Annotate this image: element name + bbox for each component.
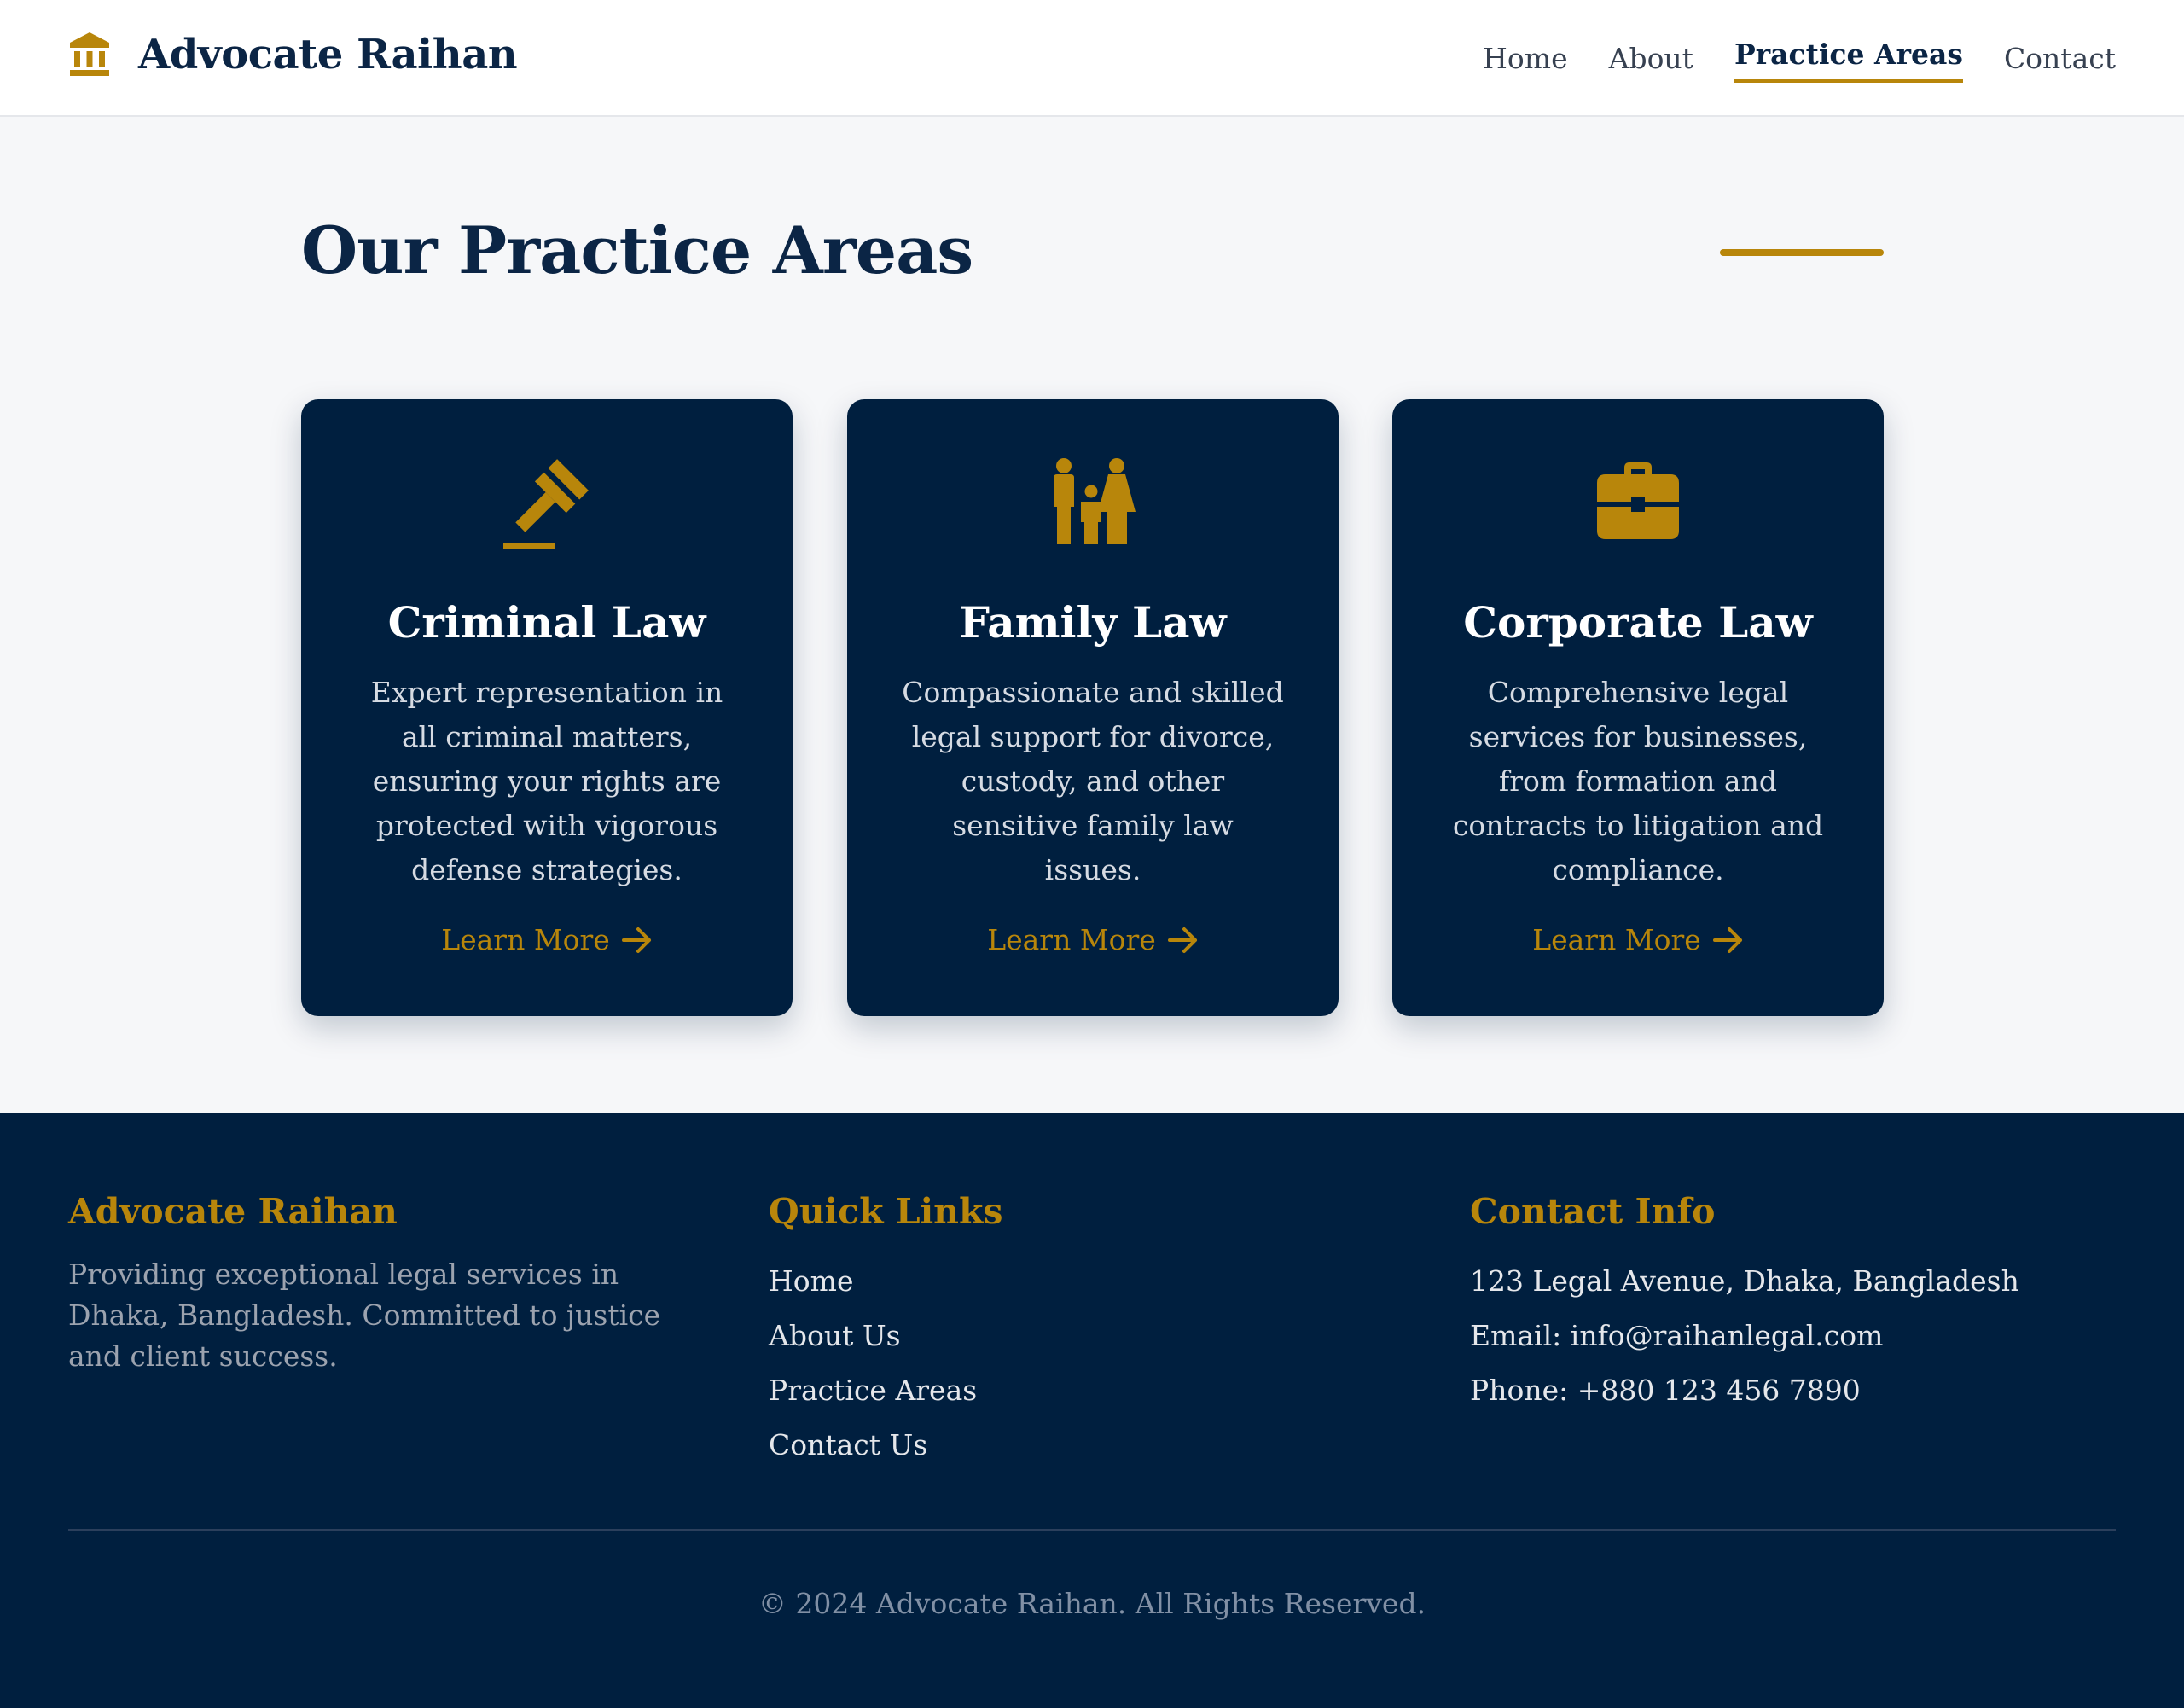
site-footer: Advocate Raihan Providing exceptional le… [0,1113,2184,1708]
footer-link-about[interactable]: About Us [769,1309,1002,1363]
nav-practice-areas[interactable]: Practice Areas [1734,38,1963,83]
footer-quick-links-heading: Quick Links [769,1191,1003,1232]
card-description: Expert representation in all criminal ma… [370,676,723,886]
arrow-right-icon [1167,927,1197,953]
arrow-right-icon [621,927,651,953]
site-header: Advocate Raihan Home About Practice Area… [0,0,2184,117]
brand-logo[interactable]: Advocate Raihan [68,31,518,78]
footer-divider [68,1529,2116,1531]
copyright-text: © 2024 Advocate Raihan. All Rights Reser… [758,1587,1426,1620]
practice-card-criminal: Criminal Law Expert representation in al… [301,399,793,1016]
footer-phone: Phone: +880 123 456 7890 [1470,1374,1861,1407]
gavel-icon [503,459,589,549]
footer-link-home[interactable]: Home [769,1254,1002,1309]
practice-card-family: Family Law Compassionate and skilled leg… [847,399,1339,1016]
title-accent-rule [1720,249,1884,256]
card-title: Corporate Law [1463,597,1813,648]
learn-more-link-family[interactable]: Learn More [847,923,1339,956]
card-title: Family Law [959,597,1227,648]
nav-about[interactable]: About [1609,42,1693,75]
nav-contact[interactable]: Contact [2004,42,2116,75]
brand-name: Advocate Raihan [138,31,518,78]
footer-about-text: Providing exceptional legal services in … [68,1258,661,1373]
section-title: Our Practice Areas [301,212,973,288]
footer-link-contact[interactable]: Contact Us [769,1418,1002,1473]
practice-card-corporate: Corporate Law Comprehensive legal servic… [1392,399,1884,1016]
family-icon [1054,458,1136,544]
footer-address: 123 Legal Avenue, Dhaka, Bangladesh [1470,1264,2019,1298]
learn-more-link-criminal[interactable]: Learn More [301,923,793,956]
footer-about-heading: Advocate Raihan [68,1191,398,1232]
card-description: Comprehensive legal services for busines… [1452,676,1824,886]
learn-more-label: Learn More [1532,923,1701,956]
footer-contact-heading: Contact Info [1470,1191,1716,1232]
footer-email: Email: info@raihanlegal.com [1470,1319,1884,1352]
arrow-right-icon [1712,927,1742,953]
briefcase-icon [1597,462,1679,539]
learn-more-label: Learn More [441,923,610,956]
footer-quick-links: Quick Links Home About Us Practice Areas… [769,1191,1002,1473]
footer-link-practice-areas[interactable]: Practice Areas [769,1363,1002,1418]
footer-about: Advocate Raihan Providing exceptional le… [68,1191,717,1377]
practice-areas-section: Our Practice Areas Criminal Law Expert r… [0,117,2184,1113]
footer-contact: Contact Info 123 Legal Avenue, Dhaka, Ba… [1470,1191,2019,1418]
card-description: Compassionate and skilled legal support … [902,676,1284,886]
building-columns-icon [70,32,109,76]
learn-more-link-corporate[interactable]: Learn More [1392,923,1884,956]
nav-home[interactable]: Home [1483,42,1567,75]
main-nav: Home About Practice Areas Contact [1442,0,2116,117]
card-title: Criminal Law [387,597,706,648]
learn-more-label: Learn More [987,923,1156,956]
